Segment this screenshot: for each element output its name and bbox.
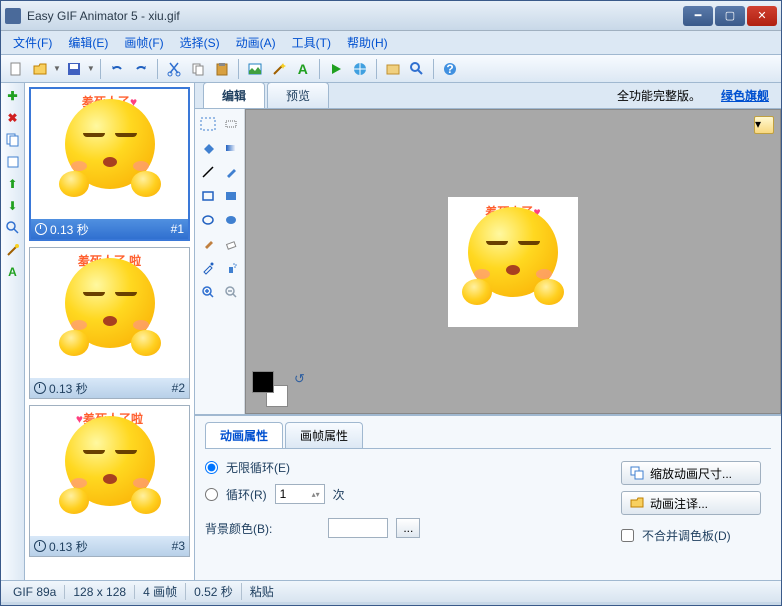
- marquee-icon[interactable]: [199, 115, 217, 133]
- ellipse-fill-icon[interactable]: [223, 211, 241, 229]
- swap-colors-icon[interactable]: ↺: [294, 371, 305, 387]
- clock-icon: [34, 382, 46, 394]
- duplicate-icon[interactable]: [4, 131, 22, 149]
- tab-preview[interactable]: 预览: [267, 82, 329, 108]
- save-icon[interactable]: [63, 58, 85, 80]
- minimize-button[interactable]: ━: [683, 6, 713, 26]
- new-icon[interactable]: [5, 58, 27, 80]
- bgcolor-swatch[interactable]: [328, 518, 388, 538]
- menu-tools[interactable]: 工具(T): [286, 32, 337, 53]
- undo-icon[interactable]: [106, 58, 128, 80]
- tab-anim-props[interactable]: 动画属性: [205, 422, 283, 448]
- copy-icon[interactable]: [187, 58, 209, 80]
- tab-edit[interactable]: 编辑: [203, 82, 265, 108]
- zoomout-icon[interactable]: [223, 283, 241, 301]
- move-down-icon[interactable]: ⬇: [4, 197, 22, 215]
- tab-frame-props[interactable]: 画帧属性: [285, 422, 363, 448]
- spray-icon[interactable]: [223, 259, 241, 277]
- menu-help[interactable]: 帮助(H): [341, 32, 394, 53]
- close-button[interactable]: ✕: [747, 6, 777, 26]
- bgcolor-label: 背景颜色(B):: [205, 520, 272, 537]
- infinite-loop-label: 无限循环(E): [226, 459, 290, 476]
- menu-frames[interactable]: 画帧(F): [118, 32, 169, 53]
- delete-frame-icon[interactable]: ✖: [4, 109, 22, 127]
- zoomin-icon[interactable]: [199, 283, 217, 301]
- frame-item[interactable]: 羞死人了♥ 0.13 秒#1: [29, 87, 190, 241]
- menu-bar: 文件(F) 编辑(E) 画帧(F) 选择(S) 动画(A) 工具(T) 帮助(H…: [1, 31, 781, 55]
- comment-button[interactable]: 动画注译...: [621, 491, 761, 515]
- status-paste: 粘贴: [242, 583, 282, 600]
- status-time: 0.52 秒: [186, 583, 242, 600]
- status-format: GIF 89a: [5, 585, 65, 599]
- insert-icon[interactable]: [4, 153, 22, 171]
- brush-icon[interactable]: [199, 235, 217, 253]
- loop-count-input[interactable]: 1▴▾: [275, 484, 325, 504]
- no-merge-label: 不合并调色板(D): [642, 527, 731, 544]
- rect-fill-icon[interactable]: [223, 187, 241, 205]
- frame-item[interactable]: 羞死人了 啦 0.13 秒#2: [29, 247, 190, 399]
- text-tool-icon[interactable]: A: [4, 263, 22, 281]
- menu-anim[interactable]: 动画(A): [230, 32, 282, 53]
- pencil-icon[interactable]: [223, 163, 241, 181]
- frame-item[interactable]: ♥羞死人了啦 0.13 秒#3: [29, 405, 190, 557]
- menu-file[interactable]: 文件(F): [7, 32, 58, 53]
- radio-loop-count[interactable]: [205, 488, 218, 501]
- browser-icon[interactable]: [349, 58, 371, 80]
- bgcolor-picker-button[interactable]: ...: [396, 518, 420, 538]
- play-icon[interactable]: [325, 58, 347, 80]
- clock-icon: [34, 540, 46, 552]
- bucket-icon[interactable]: [199, 139, 217, 157]
- cut-icon[interactable]: [163, 58, 185, 80]
- line-icon[interactable]: [199, 163, 217, 181]
- palette-button[interactable]: ▾: [754, 116, 774, 134]
- color-swatch[interactable]: [252, 371, 288, 407]
- image-icon[interactable]: [244, 58, 266, 80]
- lasso-icon[interactable]: [223, 115, 241, 133]
- menu-select[interactable]: 选择(S): [174, 32, 226, 53]
- effect-icon[interactable]: [4, 241, 22, 259]
- wand-icon[interactable]: [268, 58, 290, 80]
- main-toolbar: ▼ ▼ A ?: [1, 55, 781, 83]
- app-icon: [5, 8, 21, 24]
- status-size: 128 x 128: [65, 585, 135, 599]
- canvas-image: 羞死人了♥: [448, 197, 578, 327]
- add-frame-icon[interactable]: ✚: [4, 87, 22, 105]
- paste-icon[interactable]: [211, 58, 233, 80]
- window-title: Easy GIF Animator 5 - xiu.gif: [27, 9, 683, 23]
- export-icon[interactable]: [382, 58, 404, 80]
- drawing-toolbar: [195, 109, 245, 414]
- zoom-tool-icon[interactable]: [4, 219, 22, 237]
- rect-icon[interactable]: [199, 187, 217, 205]
- resize-button[interactable]: 缩放动画尺寸...: [621, 461, 761, 485]
- zoom-icon[interactable]: [406, 58, 428, 80]
- green-link[interactable]: 绿色旗舰: [721, 87, 769, 104]
- no-merge-checkbox[interactable]: [621, 529, 634, 542]
- fullversion-label: 全功能完整版。: [617, 87, 701, 104]
- help-icon[interactable]: ?: [439, 58, 461, 80]
- redo-icon[interactable]: [130, 58, 152, 80]
- maximize-button[interactable]: ▢: [715, 6, 745, 26]
- canvas-area[interactable]: ▾ 羞死人了♥ ↺: [245, 109, 781, 414]
- text-icon[interactable]: A: [292, 58, 314, 80]
- menu-edit[interactable]: 编辑(E): [62, 32, 114, 53]
- gradient-icon[interactable]: [223, 139, 241, 157]
- svg-text:?: ?: [446, 62, 453, 76]
- eyedropper-icon[interactable]: [199, 259, 217, 277]
- times-label: 次: [333, 486, 345, 503]
- loop-count-label: 循环(R): [226, 486, 267, 503]
- frame-list[interactable]: 羞死人了♥ 0.13 秒#1 羞死人了 啦 0.13 秒#2 ♥羞死人了啦 0.…: [25, 83, 195, 580]
- status-bar: GIF 89a 128 x 128 4 画帧 0.52 秒 粘贴: [1, 580, 781, 602]
- open-icon[interactable]: [29, 58, 51, 80]
- eraser-icon[interactable]: [223, 235, 241, 253]
- ellipse-icon[interactable]: [199, 211, 217, 229]
- move-up-icon[interactable]: ⬆: [4, 175, 22, 193]
- clock-icon: [35, 223, 47, 235]
- side-toolbar: ✚ ✖ ⬆ ⬇ A: [1, 83, 25, 580]
- status-frames: 4 画帧: [135, 583, 186, 600]
- radio-infinite-loop[interactable]: [205, 461, 218, 474]
